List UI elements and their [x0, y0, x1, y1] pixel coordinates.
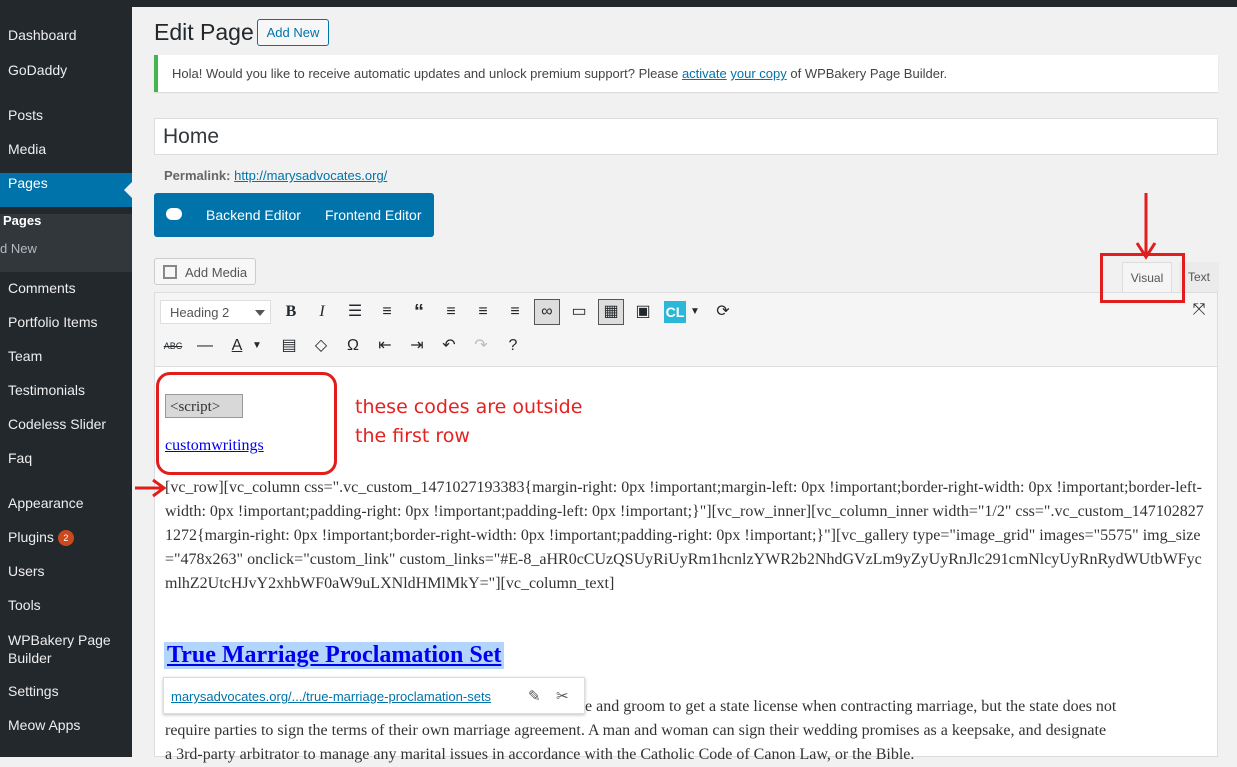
sidebar-item-testimonials[interactable]: Testimonials	[8, 382, 85, 398]
sidebar-item-settings[interactable]: Settings	[8, 683, 59, 699]
content-heading[interactable]: True Marriage Proclamation Set	[164, 642, 505, 669]
admin-bar	[0, 0, 1237, 7]
special-character-icon[interactable]: Ω	[340, 333, 366, 359]
text-color-icon[interactable]: A	[224, 333, 250, 359]
page-builder-bar: Backend Editor Frontend Editor	[154, 193, 434, 237]
submenu-item-add-new[interactable]: d New	[0, 241, 37, 256]
unlink-icon[interactable]: ✂	[556, 678, 569, 715]
shortcode-text: [vc_row][vc_column css=".vc_custom_14710…	[165, 479, 1204, 592]
annotation-line-1: these codes are outside	[355, 396, 583, 418]
align-left-icon[interactable]: ≡	[438, 299, 464, 325]
sidebar-item-codeless-slider[interactable]: Codeless Slider	[8, 416, 106, 432]
wpbakery-logo-icon	[166, 208, 182, 220]
sidebar-item-godaddy[interactable]: GoDaddy	[8, 62, 67, 78]
read-more-icon[interactable]: ▭	[566, 299, 592, 325]
refresh-icon[interactable]: ⟳	[710, 299, 736, 325]
notice-text-end: of WPBakery Page Builder.	[786, 66, 948, 81]
sidebar-item-plugins-label: Plugins	[8, 529, 54, 545]
annotation-down-arrow-icon	[1135, 193, 1157, 260]
paragraph-line-2: require parties to sign the terms of the…	[165, 722, 1107, 739]
notice-text: Hola! Would you like to receive automati…	[172, 66, 682, 81]
fullscreen-icon[interactable]: ⤧	[1186, 297, 1212, 323]
sidebar-item-tools[interactable]: Tools	[8, 597, 41, 613]
backend-editor-button[interactable]: Backend Editor	[206, 207, 301, 223]
strikethrough-icon[interactable]: ABC	[160, 333, 186, 359]
indent-icon[interactable]: ⇥	[404, 333, 430, 359]
page-title: Edit Page	[154, 19, 254, 45]
text-color-dropdown-icon[interactable]: ▼	[250, 333, 264, 359]
sidebar-item-appearance[interactable]: Appearance	[8, 495, 84, 511]
permalink-url[interactable]: http://marysadvocates.org/	[234, 168, 387, 183]
add-new-button[interactable]: Add New	[257, 19, 329, 46]
format-select-value: Heading 2	[170, 305, 230, 320]
redo-icon[interactable]: ↷	[468, 333, 494, 359]
align-center-icon[interactable]: ≡	[470, 299, 496, 325]
sidebar-item-pages[interactable]: Pages	[8, 175, 48, 191]
cl-plugin-icon[interactable]: CL	[664, 301, 686, 323]
your-copy-link[interactable]: your copy	[730, 66, 786, 81]
annotation-text: these codes are outside the first row	[355, 393, 582, 451]
sidebar-item-dashboard[interactable]: Dashboard	[8, 27, 77, 43]
help-icon[interactable]: ?	[500, 333, 526, 359]
toolbar-toggle-icon[interactable]: ▦	[598, 299, 624, 325]
align-right-icon[interactable]: ≡	[502, 299, 528, 325]
permalink: Permalink: http://marysadvocates.org/	[164, 168, 387, 183]
paste-text-icon[interactable]: ▤	[276, 333, 302, 359]
annotation-arrow-icon	[135, 478, 167, 498]
italic-icon[interactable]: I	[309, 299, 335, 325]
annotation-circle	[156, 372, 337, 475]
plugins-update-badge: 2	[57, 530, 74, 546]
sidebar-item-plugins[interactable]: Plugins 2	[8, 529, 74, 546]
sidebar-item-comments[interactable]: Comments	[8, 280, 76, 296]
link-tooltip: marysadvocates.org/.../true-marriage-pro…	[163, 677, 585, 714]
format-select[interactable]: Heading 2	[160, 300, 271, 324]
sidebar-item-users[interactable]: Users	[8, 563, 45, 579]
media-icon	[163, 265, 177, 279]
numbered-list-icon[interactable]: ≡	[374, 299, 400, 325]
sidebar-item-media[interactable]: Media	[8, 141, 46, 157]
add-media-button[interactable]: Add Media	[154, 258, 256, 285]
annotation-line-2: the first row	[355, 425, 470, 447]
link-tooltip-url[interactable]: marysadvocates.org/.../true-marriage-pro…	[171, 689, 491, 704]
wpbakery-notice: Hola! Would you like to receive automati…	[154, 55, 1218, 92]
horizontal-line-icon[interactable]: —	[192, 333, 218, 359]
image-icon[interactable]: ▣	[630, 299, 656, 325]
tab-text[interactable]: Text	[1179, 262, 1219, 292]
post-title-input[interactable]: Home	[154, 118, 1218, 155]
paragraph-line-3: a 3rd-party arbitrator to manage any mar…	[165, 746, 915, 763]
link-icon[interactable]: ∞	[534, 299, 560, 325]
bullet-list-icon[interactable]: ☰	[342, 299, 368, 325]
submenu-item-all-pages[interactable]: Pages	[3, 213, 41, 228]
sidebar-item-faq[interactable]: Faq	[8, 450, 32, 466]
frontend-editor-button[interactable]: Frontend Editor	[325, 207, 422, 223]
sidebar-item-portfolio-items[interactable]: Portfolio Items	[8, 314, 97, 330]
cl-dropdown-icon[interactable]: ▼	[688, 299, 702, 325]
sidebar-item-meow-apps[interactable]: Meow Apps	[8, 717, 80, 733]
edit-link-icon[interactable]: ✎	[528, 678, 541, 715]
add-media-label: Add Media	[185, 265, 248, 280]
sidebar-item-wpbakery[interactable]: WPBakery Page Builder	[8, 631, 118, 667]
chevron-down-icon	[255, 310, 265, 316]
blockquote-icon[interactable]: “	[406, 299, 432, 325]
undo-icon[interactable]: ↶	[436, 333, 462, 359]
permalink-label: Permalink:	[164, 168, 231, 183]
sidebar-item-team[interactable]: Team	[8, 348, 42, 364]
clear-formatting-icon[interactable]: ◇	[308, 333, 334, 359]
activate-link[interactable]: activate	[682, 66, 727, 81]
sidebar-item-posts[interactable]: Posts	[8, 107, 43, 123]
bold-icon[interactable]: B	[278, 299, 304, 325]
outdent-icon[interactable]: ⇤	[372, 333, 398, 359]
